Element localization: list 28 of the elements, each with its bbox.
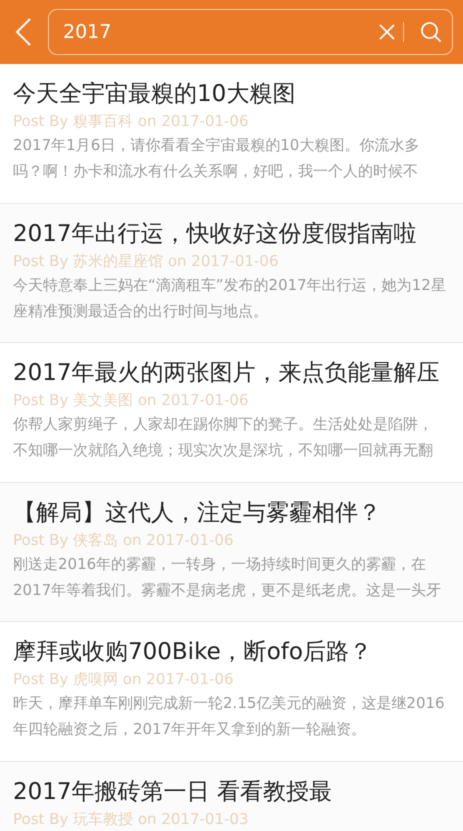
post-title: 【解局】这代人，注定与雾霾相伴？ <box>13 498 382 528</box>
post-excerpt-line: 昨天，摩拜单车刚刚完成新一轮2.15亿美元的融资，这是继2016 <box>13 693 446 714</box>
post-byline: Post By 美文美图 on 2017-01-06 <box>13 390 250 411</box>
post-item[interactable]: 【解局】这代人，注定与雾霾相伴？ Post By 侠客岛 on 2017-01-06 刚送走2016年的雾霾，一转身，一场持续时间更久的雾霾，在 2017年等着我们。雾霾不是病老虎，更不是纸老虎。这是一头牙 <box>0 482 463 622</box>
post-excerpt-line: 你帮人家剪绳子，人家却在踢你脚下的凳子。生活处处是陷阱， <box>13 414 434 435</box>
post-title: 2017年搬砖第一日 看看教授最 <box>13 778 333 806</box>
post-item[interactable]: 2017年出行运，快收好这份度假指南啦 Post By 苏米的星座馆 on 2017-01-06 今天特意奉上三妈在“滴滴租车”发布的2017年出行运，她为12星 座精准预测最适合的出行时间与地点。 <box>0 204 463 343</box>
post-byline: Post By 虎嗅网 on 2017-01-06 <box>13 669 234 690</box>
post-item[interactable]: 2017年搬砖第一日 看看教授最 Post By 玩车教授 on 2017-01-03 <box>0 762 463 831</box>
post-excerpt-line: 年四轮融资之后，2017年开年又拿到的新一轮融资。 <box>13 719 368 740</box>
post-excerpt-line: 刚送走2016年的雾霾，一转身，一场持续时间更久的雾霾，在 <box>13 554 428 574</box>
post-title: 今天全宇宙最糗的10大糗图 <box>13 80 296 109</box>
post-excerpt-line: 2017年1月6日，请你看看全宇宙最糗的10大糗图。你流水多 <box>13 135 420 156</box>
post-byline: Post By 糗事百科 on 2017-01-06 <box>13 111 250 132</box>
search-icon[interactable] <box>420 21 442 43</box>
post-title: 2017年最火的两张图片，来点负能量解压 <box>13 359 441 388</box>
back-icon[interactable] <box>14 17 32 47</box>
post-title: 2017年出行运，快收好这份度假指南啦 <box>13 220 418 248</box>
post-excerpt-line: 座精准预测最适合的出行时间与地点。 <box>13 300 269 322</box>
post-excerpt-line: 今天特意奉上三妈在“滴滴租车”发布的2017年出行运，她为12星 <box>13 274 447 296</box>
post-excerpt-line: 吗？啊！办卡和流水有什么关系啊，好吧，我一个人的时候不 <box>13 161 419 182</box>
post-excerpt-line: 不知哪一次就陷入绝境；现实次次是深坑，不知哪一回就再无翻 <box>13 440 434 461</box>
post-byline: Post By 侠客岛 on 2017-01-06 <box>13 530 234 550</box>
post-byline: Post By 苏米的星座馆 on 2017-01-06 <box>13 250 280 272</box>
post-excerpt-line: 2017年等着我们。雾霾不是病老虎，更不是纸老虎。这是一头牙 <box>13 580 442 600</box>
post-byline: Post By 玩车教授 on 2017-01-03 <box>13 808 250 830</box>
post-title: 摩拜或收购700Bike，断ofo后路？ <box>13 638 373 667</box>
clear-icon[interactable] <box>379 24 395 40</box>
